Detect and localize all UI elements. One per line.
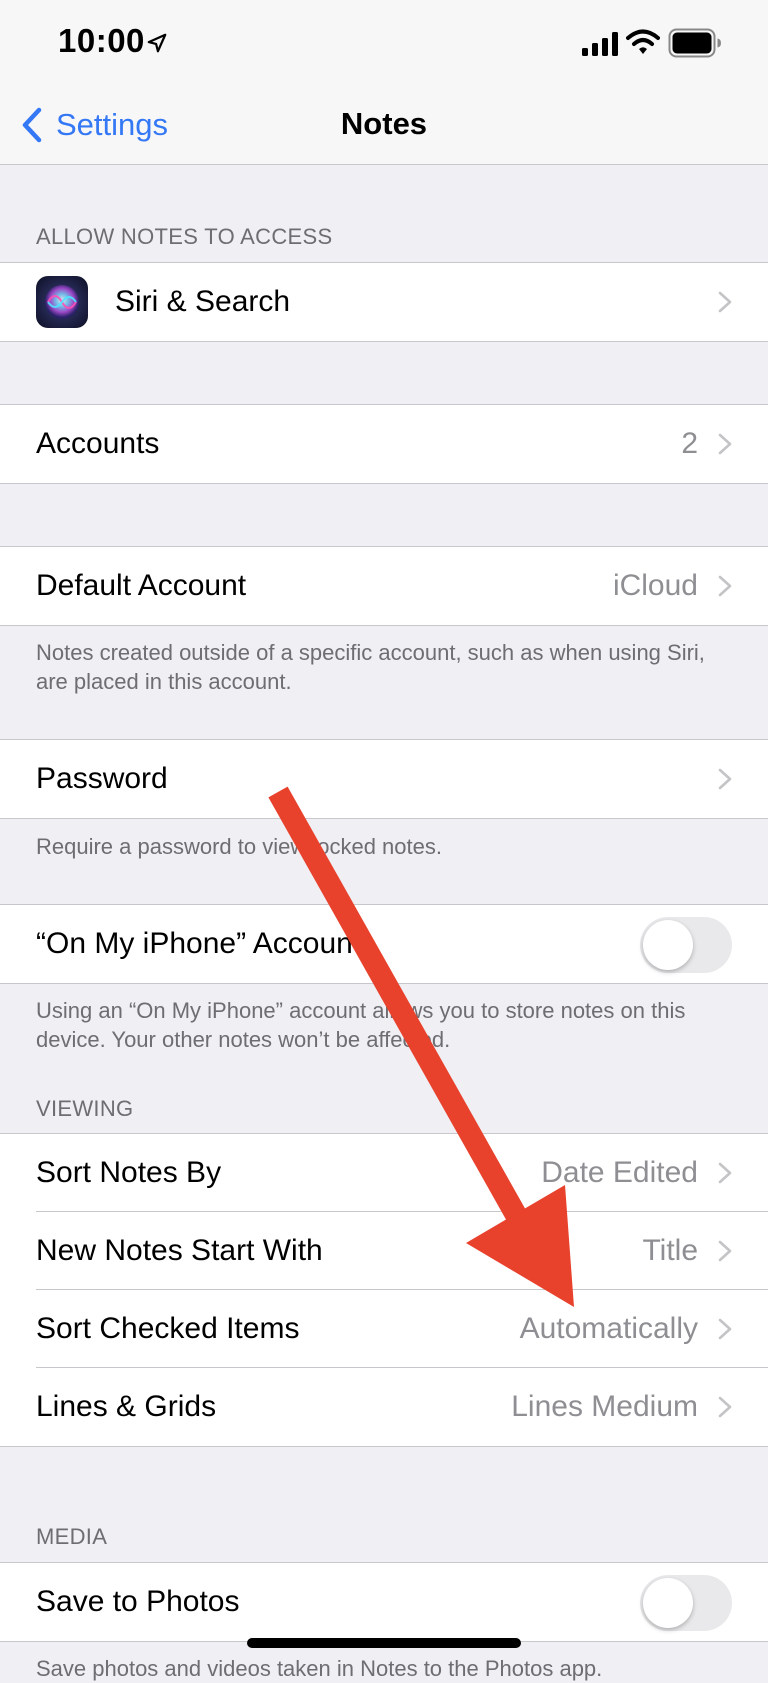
section-header-media: MEDIA — [36, 1524, 108, 1549]
chevron-right-icon — [718, 575, 732, 597]
on-my-iphone-label: “On My iPhone” Account — [36, 927, 362, 960]
chevron-right-icon — [718, 1162, 732, 1184]
new-notes-start-with-row[interactable]: New Notes Start With Title — [0, 1212, 768, 1290]
group-default-account: Default Account iCloud — [0, 546, 768, 626]
save-to-photos-toggle[interactable] — [640, 1575, 732, 1631]
section-header-allow: ALLOW NOTES TO ACCESS — [36, 224, 333, 249]
default-account-value: iCloud — [612, 569, 698, 602]
chevron-right-icon — [718, 768, 732, 790]
group-password: Password — [0, 739, 768, 819]
location-arrow-icon — [147, 33, 167, 53]
toggle-knob — [643, 920, 693, 970]
password-footer: Require a password to view locked notes. — [36, 834, 442, 859]
on-my-iphone-footer: Using an “On My iPhone” account allows y… — [36, 998, 686, 1052]
sort-checked-items-row[interactable]: Sort Checked Items Automatically — [0, 1290, 768, 1368]
group-on-my-iphone: “On My iPhone” Account — [0, 904, 768, 984]
siri-icon — [36, 276, 88, 328]
siri-search-row[interactable]: Siri & Search — [0, 263, 768, 341]
siri-search-label: Siri & Search — [115, 285, 291, 318]
default-account-row[interactable]: Default Account iCloud — [0, 547, 768, 625]
password-row[interactable]: Password — [0, 740, 768, 818]
accounts-label: Accounts — [36, 427, 160, 460]
cellular-signal-icon — [582, 32, 618, 56]
sort-notes-by-label: Sort Notes By — [36, 1156, 222, 1189]
lines-grids-row[interactable]: Lines & Grids Lines Medium — [0, 1368, 768, 1446]
navigation-bar: Settings Notes — [0, 88, 768, 165]
sort-notes-by-row[interactable]: Sort Notes By Date Edited — [0, 1134, 768, 1212]
accounts-row[interactable]: Accounts 2 — [0, 405, 768, 483]
group-viewing: Sort Notes By Date Edited New Notes Star… — [0, 1133, 768, 1447]
default-account-label: Default Account — [36, 569, 247, 602]
wifi-icon — [626, 29, 660, 54]
sort-notes-by-value: Date Edited — [541, 1156, 698, 1189]
chevron-right-icon — [718, 291, 732, 313]
chevron-right-icon — [718, 1318, 732, 1340]
lines-grids-label: Lines & Grids — [36, 1390, 217, 1423]
lines-grids-value: Lines Medium — [511, 1390, 698, 1423]
group-accounts: Accounts 2 — [0, 404, 768, 484]
save-to-photos-row: Save to Photos — [0, 1563, 768, 1641]
home-indicator[interactable] — [247, 1638, 521, 1648]
on-my-iphone-row: “On My iPhone” Account — [0, 905, 768, 983]
sort-checked-items-value: Automatically — [519, 1312, 698, 1345]
chevron-right-icon — [718, 1396, 732, 1418]
toggle-knob — [643, 1578, 693, 1628]
status-bar: 10:00 — [0, 0, 768, 88]
new-notes-start-with-label: New Notes Start With — [36, 1234, 323, 1267]
save-to-photos-label: Save to Photos — [36, 1585, 240, 1618]
battery-icon — [668, 28, 721, 58]
page-title: Notes — [340, 106, 428, 141]
on-my-iphone-toggle[interactable] — [640, 917, 732, 973]
group-media: Save to Photos — [0, 1562, 768, 1642]
sort-checked-items-label: Sort Checked Items — [36, 1312, 300, 1345]
password-label: Password — [36, 762, 168, 795]
accounts-count: 2 — [681, 427, 698, 460]
new-notes-start-with-value: Title — [642, 1234, 698, 1267]
status-time: 10:00 — [58, 22, 145, 59]
save-to-photos-footer: Save photos and videos taken in Notes to… — [36, 1656, 603, 1681]
default-account-footer: Notes created outside of a specific acco… — [36, 640, 705, 694]
chevron-right-icon — [718, 1240, 732, 1262]
chevron-right-icon — [718, 433, 732, 455]
section-header-viewing: VIEWING — [36, 1096, 134, 1121]
group-allow: Siri & Search — [0, 262, 768, 342]
